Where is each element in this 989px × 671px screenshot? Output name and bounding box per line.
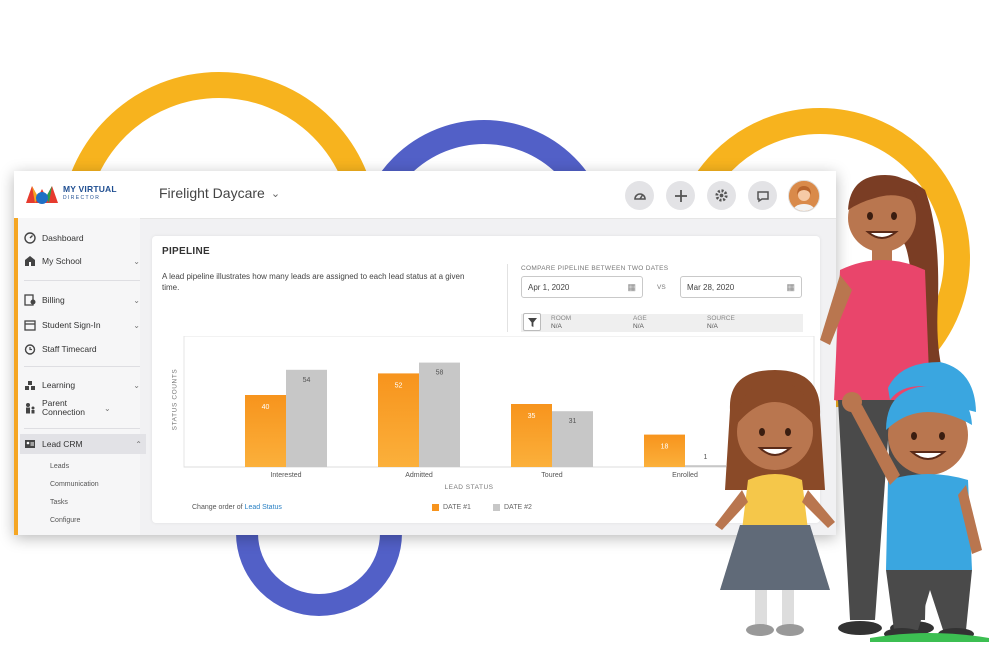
sidebar-subitem-tasks[interactable]: Tasks	[50, 499, 68, 506]
plus-icon	[674, 189, 687, 202]
sidebar-item-staff-timecard[interactable]: Staff Timecard	[24, 343, 140, 355]
data-label: 35	[528, 413, 536, 420]
organization-name: Firelight Daycare	[159, 185, 265, 201]
sidebar-item-learning[interactable]: Learning ⌄	[24, 379, 140, 391]
crm-icon	[25, 440, 35, 448]
filter-room-value: N/A	[551, 323, 562, 330]
sidebar-item-student-sign-in[interactable]: Student Sign-In ⌄	[24, 319, 140, 331]
organization-selector[interactable]: Firelight Daycare ⌄	[159, 185, 280, 201]
logo-mark-icon	[26, 186, 58, 204]
sidebar-subitem-communication[interactable]: Communication	[50, 481, 99, 488]
filter-icon	[527, 317, 537, 327]
page-title: PIPELINE	[162, 246, 210, 257]
brand-tagline: DIRECTOR	[63, 195, 101, 201]
sidebar: Dashboard My School ⌄ Billing ⌄ Student …	[14, 218, 146, 535]
sidebar-divider	[24, 280, 140, 281]
x-tick-label: Enrolled	[672, 472, 698, 479]
data-label: 18	[661, 444, 669, 451]
data-label: 52	[395, 382, 403, 389]
chevron-down-icon: ⌄	[133, 380, 140, 390]
sidebar-item-billing[interactable]: Billing ⌄	[24, 294, 140, 306]
dashboard-icon	[24, 232, 36, 244]
chevron-up-icon: ⌃	[135, 439, 142, 449]
sidebar-divider	[24, 428, 140, 429]
data-label: 54	[303, 377, 311, 384]
legend-label: DATE #2	[504, 504, 532, 511]
x-tick-label: Admitted	[405, 472, 433, 479]
bar-enrolled-series1	[644, 434, 685, 467]
bar-interested-series2	[286, 369, 327, 467]
lead-status-link[interactable]: Lead Status	[245, 504, 282, 511]
date1-value: Apr 1, 2020	[528, 283, 570, 292]
sidebar-item-label: Lead CRM	[42, 438, 83, 449]
footer-note: Change order of Lead Status	[192, 504, 282, 511]
bar-admitted-series2	[419, 362, 460, 467]
sidebar-item-label: Parent Connection	[42, 398, 86, 417]
footer-text: Change order of	[192, 504, 243, 511]
vertical-divider	[507, 264, 508, 332]
chevron-down-icon: ⌄	[133, 256, 140, 266]
chevron-down-icon: ⌄	[104, 403, 111, 413]
school-icon	[25, 256, 35, 266]
sidebar-item-label: Billing	[42, 294, 65, 305]
brand-name: MY VIRTUAL	[63, 184, 117, 194]
sidebar-item-my-school[interactable]: My School ⌄	[24, 255, 140, 267]
legend-item-date1: DATE #1	[432, 504, 471, 511]
dashboard-icon	[633, 192, 646, 200]
vs-label: VS	[657, 284, 666, 291]
sidebar-divider	[24, 366, 140, 367]
data-label: 40	[262, 404, 270, 411]
data-label: 58	[436, 370, 444, 377]
brand-logo[interactable]: MY VIRTUAL DIRECTOR	[24, 181, 134, 207]
girl-figure	[715, 370, 835, 636]
sidebar-subitem-leads[interactable]: Leads	[50, 463, 69, 470]
compare-label: COMPARE PIPELINE BETWEEN TWO DATES	[521, 265, 669, 272]
sidebar-item-label: My School	[42, 255, 82, 266]
clock-icon	[24, 344, 36, 355]
filter-age-value: N/A	[633, 323, 644, 330]
filter-room-label: ROOM	[551, 315, 572, 322]
legend-label: DATE #1	[443, 504, 471, 511]
chevron-down-icon: ⌄	[270, 188, 281, 200]
sidebar-subitem-configure[interactable]: Configure	[50, 517, 80, 524]
legend-item-date2: DATE #2	[493, 504, 532, 511]
calendar-icon	[24, 320, 36, 331]
sidebar-item-parent-connection[interactable]: Parent Connection ⌄	[24, 399, 140, 417]
calendar-icon: ▦	[627, 282, 636, 292]
sidebar-item-dashboard[interactable]: Dashboard	[24, 232, 140, 244]
sidebar-item-lead-crm[interactable]: Lead CRM ⌃	[20, 434, 146, 454]
billing-icon	[24, 294, 36, 306]
x-axis-label: LEAD STATUS	[445, 484, 494, 491]
date1-input[interactable]: Apr 1, 2020 ▦	[521, 276, 643, 298]
x-tick-label: Interested	[270, 472, 301, 479]
parent-icon	[26, 403, 35, 414]
data-label: 31	[569, 418, 577, 425]
chevron-down-icon: ⌄	[133, 295, 140, 305]
add-button[interactable]	[666, 181, 695, 210]
sidebar-item-label: Student Sign-In	[42, 319, 101, 330]
dashboard-button[interactable]	[625, 181, 654, 210]
x-tick-label: Toured	[541, 472, 563, 479]
legend-swatch	[432, 504, 439, 511]
y-axis-label: STATUS COUNTS	[171, 368, 179, 431]
family-illustration	[715, 175, 989, 642]
learning-icon	[25, 381, 35, 390]
sidebar-item-label: Staff Timecard	[42, 343, 97, 354]
legend-swatch	[493, 504, 500, 511]
pipeline-description: A lead pipeline illustrates how many lea…	[162, 272, 465, 292]
filter-age-label: AGE	[633, 315, 647, 322]
chevron-down-icon: ⌄	[133, 320, 140, 330]
sidebar-item-label: Learning	[42, 379, 76, 390]
filter-button[interactable]	[523, 313, 541, 331]
sidebar-item-label: Dashboard	[42, 232, 84, 243]
